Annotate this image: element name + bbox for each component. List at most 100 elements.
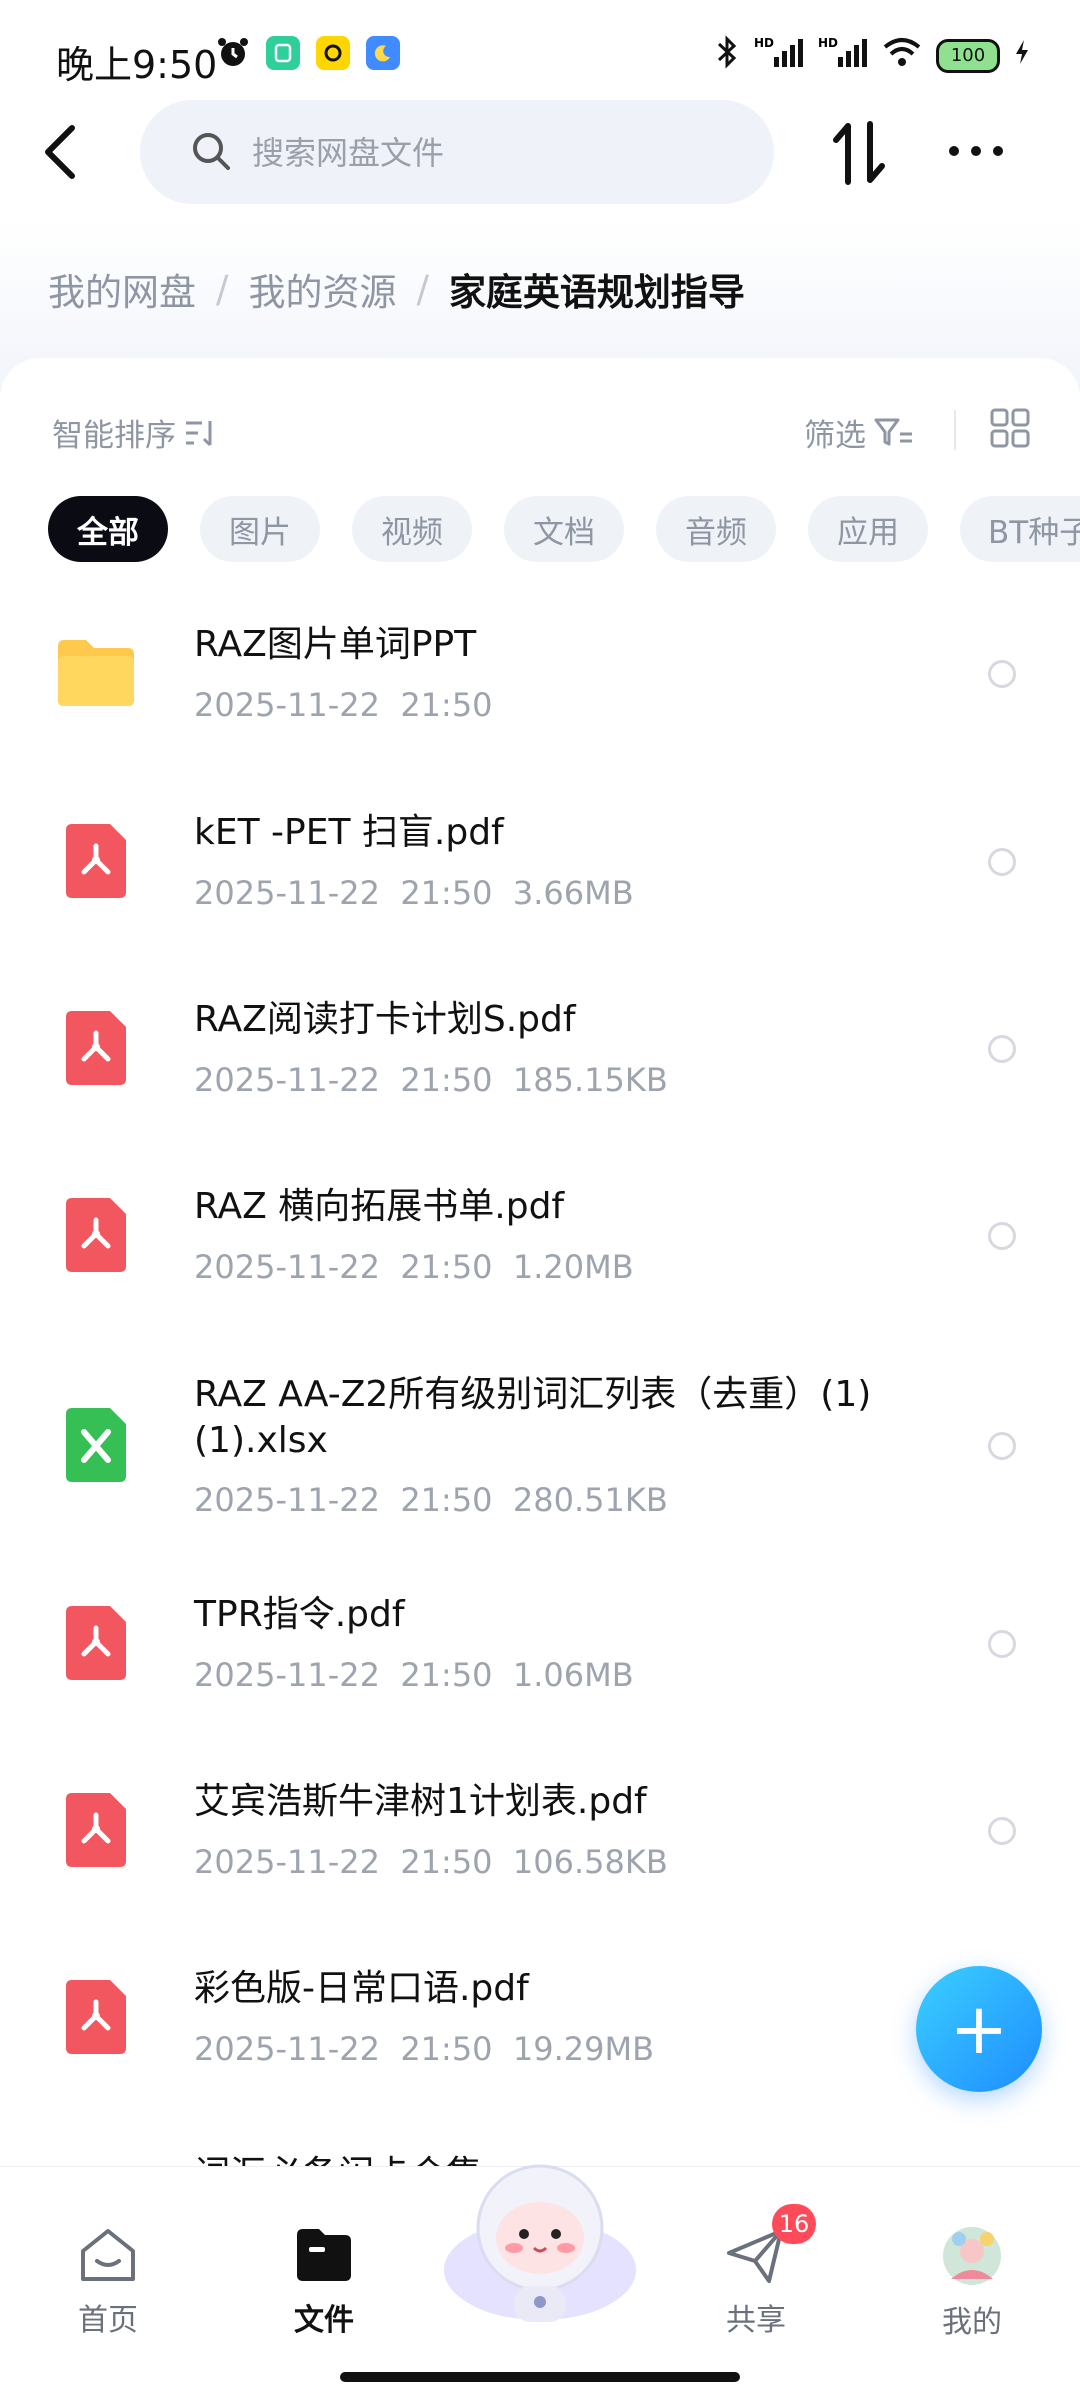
avatar bbox=[943, 2227, 1001, 2285]
home-indicator bbox=[340, 2372, 740, 2382]
nav-share[interactable]: 共享 bbox=[686, 2225, 826, 2339]
pdf-file-icon bbox=[66, 824, 126, 902]
file-size: 280.51KB bbox=[512, 1481, 668, 1519]
file-name: RAZ图片单词PPT bbox=[194, 624, 477, 665]
app-notification-icon bbox=[266, 36, 300, 70]
breadcrumb-item[interactable]: 我的网盘 bbox=[48, 262, 196, 316]
nav-profile[interactable]: 我的 bbox=[902, 2225, 1042, 2341]
home-icon bbox=[81, 2229, 135, 2281]
alarm-icon bbox=[216, 36, 250, 70]
mascot-assistant-button[interactable] bbox=[440, 2150, 640, 2330]
nav-label: 文件 bbox=[294, 2303, 354, 2338]
select-radio[interactable] bbox=[988, 1432, 1016, 1460]
search-input[interactable] bbox=[250, 122, 734, 184]
file-name: kET -PET 扫盲.pdf bbox=[194, 812, 504, 853]
tab-audio[interactable]: 音频 bbox=[656, 496, 776, 562]
tab-all[interactable]: 全部 bbox=[48, 496, 168, 562]
bluetooth-icon bbox=[714, 34, 740, 77]
wifi-icon bbox=[882, 36, 922, 75]
nav-label: 首页 bbox=[78, 2303, 138, 2338]
file-date: 2025-11-22 21:50 bbox=[194, 2030, 493, 2068]
tab-images[interactable]: 图片 bbox=[200, 496, 320, 562]
svg-text:HD: HD bbox=[818, 36, 838, 50]
signal-icon: HD bbox=[754, 35, 804, 76]
breadcrumb-item[interactable]: 我的资源 bbox=[248, 262, 396, 316]
tab-videos[interactable]: 视频 bbox=[352, 496, 472, 562]
file-name: 艾宾浩斯牛津树1计划表.pdf bbox=[194, 1781, 647, 1822]
add-button[interactable]: + bbox=[916, 1966, 1042, 2092]
select-radio[interactable] bbox=[988, 1630, 1016, 1658]
file-meta: 2025-11-22 21:50 19.29MB bbox=[194, 2030, 654, 2068]
smart-sort-button[interactable]: 智能排序 bbox=[52, 410, 220, 455]
pdf-file-icon bbox=[66, 1793, 126, 1871]
sort-label: 智能排序 bbox=[52, 418, 176, 454]
breadcrumb: 我的网盘 / 我的资源 / 家庭英语规划指导 bbox=[48, 262, 745, 316]
grid-icon bbox=[990, 408, 1030, 448]
file-size: 1.06MB bbox=[512, 1656, 634, 1694]
file-name: 彩色版-日常口语.pdf bbox=[194, 1968, 529, 2009]
breadcrumb-separator: / bbox=[216, 267, 229, 311]
file-name: TPR指令.pdf bbox=[194, 1594, 405, 1635]
more-options-button[interactable] bbox=[946, 136, 1006, 166]
status-bar: 晚上9:50 HD HD 100 bbox=[0, 0, 1080, 110]
filter-icon bbox=[874, 418, 912, 445]
pdf-file-icon bbox=[66, 1198, 126, 1276]
sort-order-button[interactable] bbox=[830, 118, 890, 188]
sort-icon bbox=[186, 420, 212, 446]
file-size: 19.29MB bbox=[512, 2030, 655, 2068]
select-radio[interactable] bbox=[988, 1817, 1016, 1845]
file-meta: 2025-11-22 21:50 280.51KB bbox=[194, 1481, 668, 1519]
file-size: 185.15KB bbox=[512, 1061, 668, 1099]
file-date: 2025-11-22 21:50 bbox=[194, 1061, 493, 1099]
select-radio[interactable] bbox=[988, 660, 1016, 688]
file-name: RAZ AA-Z2所有级别词汇列表（去重）(1)(1).xlsx bbox=[194, 1374, 872, 1461]
file-name: RAZ 横向拓展书单.pdf bbox=[194, 1186, 565, 1227]
tab-bt-torrents[interactable]: BT种子 bbox=[960, 496, 1080, 562]
search-bar[interactable] bbox=[140, 100, 774, 204]
file-meta: 2025-11-22 21:50 185.15KB bbox=[194, 1061, 668, 1099]
file-size: 106.58KB bbox=[512, 1843, 668, 1881]
tab-documents[interactable]: 文档 bbox=[504, 496, 624, 562]
charging-icon bbox=[1014, 38, 1030, 73]
plus-icon: + bbox=[949, 1988, 1009, 2070]
folder-icon bbox=[56, 636, 136, 712]
tab-apps[interactable]: 应用 bbox=[808, 496, 928, 562]
battery-indicator: 100 bbox=[936, 38, 1000, 73]
breadcrumb-separator: / bbox=[416, 267, 429, 311]
file-date: 2025-11-22 21:50 bbox=[194, 1481, 493, 1519]
app-notification-icon bbox=[366, 36, 400, 70]
pdf-file-icon bbox=[66, 1980, 126, 2058]
breadcrumb-current: 家庭英语规划指导 bbox=[448, 271, 745, 314]
select-radio[interactable] bbox=[988, 1222, 1016, 1250]
file-meta: 2025-11-22 21:50 106.58KB bbox=[194, 1843, 668, 1881]
file-date: 2025-11-22 21:50 bbox=[194, 1248, 493, 1286]
file-size: 1.20MB bbox=[512, 1248, 634, 1286]
file-meta: 2025-11-22 21:50 1.20MB bbox=[194, 1248, 634, 1286]
category-tabs: 全部 图片 视频 文档 音频 应用 BT种子 bbox=[48, 496, 1080, 562]
search-icon bbox=[193, 133, 230, 170]
status-time: 晚上9:50 bbox=[56, 43, 218, 87]
app-notification-icon bbox=[316, 36, 350, 70]
back-button[interactable] bbox=[40, 122, 80, 182]
filter-button[interactable]: 筛选 bbox=[804, 410, 914, 455]
nav-label: 共享 bbox=[726, 2303, 786, 2338]
filter-label: 筛选 bbox=[804, 418, 866, 454]
file-date: 2025-11-22 21:50 bbox=[194, 686, 493, 724]
folder-icon bbox=[297, 2229, 351, 2281]
select-radio[interactable] bbox=[988, 1035, 1016, 1063]
signal-icon: HD bbox=[818, 35, 868, 76]
file-date: 2025-11-22 21:50 bbox=[194, 874, 493, 912]
file-date: 2025-11-22 21:50 bbox=[194, 1656, 493, 1694]
grid-view-button[interactable] bbox=[990, 408, 1030, 452]
file-meta: 2025-11-22 21:50 3.66MB bbox=[194, 874, 634, 912]
nav-home[interactable]: 首页 bbox=[38, 2225, 178, 2339]
nav-files[interactable]: 文件 bbox=[254, 2225, 394, 2339]
pdf-file-icon bbox=[66, 1606, 126, 1684]
nav-label: 我的 bbox=[942, 2305, 1002, 2340]
file-size: 3.66MB bbox=[512, 874, 634, 912]
excel-file-icon bbox=[66, 1408, 126, 1486]
pdf-file-icon bbox=[66, 1011, 126, 1089]
svg-text:HD: HD bbox=[754, 36, 774, 50]
file-meta: 2025-11-22 21:50 1.06MB bbox=[194, 1656, 634, 1694]
select-radio[interactable] bbox=[988, 848, 1016, 876]
